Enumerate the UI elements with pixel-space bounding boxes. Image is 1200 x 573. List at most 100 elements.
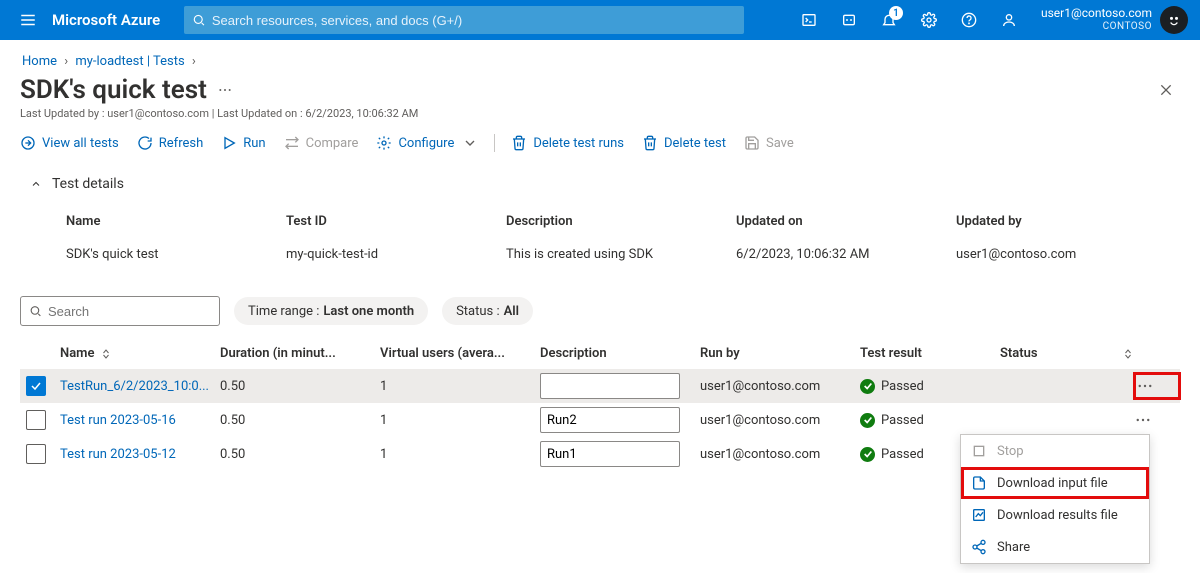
search-icon bbox=[29, 304, 42, 318]
run-by: user1@contoso.com bbox=[700, 413, 860, 428]
col-duration[interactable]: Duration (in minut... bbox=[220, 346, 380, 361]
stop-icon bbox=[971, 443, 987, 459]
check-icon bbox=[860, 379, 875, 394]
chevron-down-icon bbox=[462, 135, 478, 151]
search-icon bbox=[192, 13, 206, 27]
ctx-download-results[interactable]: Download results file bbox=[961, 499, 1149, 531]
run-vusers: 1 bbox=[380, 447, 540, 462]
configure-button[interactable]: Configure bbox=[376, 135, 478, 151]
th-name: Name bbox=[66, 206, 286, 243]
sort-icon bbox=[1122, 348, 1134, 360]
th-updated-on: Updated on bbox=[736, 206, 956, 243]
table-row[interactable]: TestRun_6/2/2023_10:0... 0.50 1 user1@co… bbox=[20, 369, 1180, 403]
col-name[interactable]: Name bbox=[60, 346, 220, 361]
title-more-icon[interactable] bbox=[217, 82, 233, 98]
breadcrumb-separator: › bbox=[192, 54, 196, 69]
row-more-button[interactable] bbox=[1134, 373, 1180, 399]
notifications-icon[interactable]: 1 bbox=[869, 0, 909, 40]
td-updated-on: 6/2/2023, 10:06:32 AM bbox=[736, 243, 956, 280]
cloud-shell-icon[interactable] bbox=[789, 0, 829, 40]
run-vusers: 1 bbox=[380, 379, 540, 394]
menu-icon[interactable] bbox=[8, 0, 48, 40]
run-result: Passed bbox=[860, 413, 1000, 428]
runs-search[interactable] bbox=[20, 296, 220, 326]
delete-test-runs-button[interactable]: Delete test runs bbox=[511, 135, 624, 151]
notification-badge: 1 bbox=[889, 6, 903, 20]
avatar bbox=[1160, 6, 1188, 34]
sort-icon bbox=[100, 348, 112, 360]
run-vusers: 1 bbox=[380, 413, 540, 428]
run-button[interactable]: Run bbox=[221, 135, 265, 151]
status-filter-label: Status : bbox=[456, 304, 500, 319]
row-checkbox[interactable] bbox=[26, 444, 46, 464]
ctx-stop: Stop bbox=[961, 435, 1149, 467]
breadcrumb: Home › my-loadtest | Tests › bbox=[20, 50, 1180, 75]
run-description-input[interactable] bbox=[540, 407, 680, 433]
view-all-tests-label: View all tests bbox=[42, 136, 119, 151]
file-icon bbox=[971, 475, 987, 491]
row-checkbox[interactable] bbox=[26, 410, 46, 430]
status-filter-value: All bbox=[504, 304, 519, 319]
run-duration: 0.50 bbox=[220, 413, 380, 428]
check-icon bbox=[860, 447, 875, 462]
run-duration: 0.50 bbox=[220, 447, 380, 462]
col-description[interactable]: Description bbox=[540, 346, 700, 361]
time-range-label: Time range : bbox=[248, 304, 319, 319]
col-result[interactable]: Test result bbox=[860, 346, 1000, 361]
th-updated-by: Updated by bbox=[956, 206, 1170, 243]
chart-file-icon bbox=[971, 507, 987, 523]
ctx-download-input[interactable]: Download input file bbox=[961, 467, 1149, 499]
global-search[interactable] bbox=[184, 6, 744, 34]
td-name: SDK's quick test bbox=[66, 243, 286, 280]
run-duration: 0.50 bbox=[220, 379, 380, 394]
run-by: user1@contoso.com bbox=[700, 379, 860, 394]
azure-top-bar: Microsoft Azure 1 user1@contoso.com CONT… bbox=[0, 0, 1200, 40]
time-range-filter[interactable]: Time range : Last one month bbox=[234, 297, 428, 325]
td-test-id: my-quick-test-id bbox=[286, 243, 506, 280]
save-button: Save bbox=[744, 135, 794, 151]
brand-label[interactable]: Microsoft Azure bbox=[48, 11, 168, 29]
chevron-up-icon bbox=[30, 178, 42, 190]
close-blade-button[interactable] bbox=[1152, 76, 1180, 104]
ctx-share[interactable]: Share bbox=[961, 531, 1149, 563]
run-description-input[interactable] bbox=[540, 373, 680, 399]
delete-test-label: Delete test bbox=[664, 136, 726, 151]
delete-test-button[interactable]: Delete test bbox=[642, 135, 726, 151]
command-separator bbox=[494, 134, 495, 152]
run-name-link[interactable]: Test run 2023-05-12 bbox=[60, 447, 220, 462]
filter-bar: Time range : Last one month Status : All bbox=[20, 296, 1180, 326]
status-filter[interactable]: Status : All bbox=[442, 297, 533, 325]
breadcrumb-resource[interactable]: my-loadtest | Tests bbox=[75, 54, 184, 69]
col-status[interactable]: Status bbox=[1000, 346, 1134, 361]
time-range-value: Last one month bbox=[323, 304, 414, 319]
row-checkbox[interactable] bbox=[26, 376, 46, 396]
page-subtitle: Last Updated by : user1@contoso.com | La… bbox=[20, 107, 1180, 120]
col-vusers[interactable]: Virtual users (avera... bbox=[380, 346, 540, 361]
col-runby[interactable]: Run by bbox=[700, 346, 860, 361]
help-icon[interactable] bbox=[949, 0, 989, 40]
runs-search-input[interactable] bbox=[42, 303, 211, 320]
view-all-tests-button[interactable]: View all tests bbox=[20, 135, 119, 151]
copilot-icon[interactable] bbox=[829, 0, 869, 40]
run-name-link[interactable]: Test run 2023-05-16 bbox=[60, 413, 220, 428]
td-description: This is created using SDK bbox=[506, 243, 736, 280]
row-more-button[interactable] bbox=[1134, 411, 1180, 429]
feedback-icon[interactable] bbox=[989, 0, 1029, 40]
table-row[interactable]: Test run 2023-05-16 0.50 1 user1@contoso… bbox=[20, 403, 1180, 437]
settings-icon[interactable] bbox=[909, 0, 949, 40]
run-name-link[interactable]: TestRun_6/2/2023_10:0... bbox=[60, 379, 220, 394]
user-account[interactable]: user1@contoso.com CONTOSO bbox=[1029, 0, 1192, 40]
th-description: Description bbox=[506, 206, 736, 243]
global-search-input[interactable] bbox=[206, 12, 736, 29]
row-context-menu: Stop Download input file Download result… bbox=[960, 434, 1150, 564]
th-test-id: Test ID bbox=[286, 206, 506, 243]
page-title: SDK's quick test bbox=[20, 75, 207, 105]
run-result: Passed bbox=[860, 379, 1000, 394]
test-details-toggle[interactable]: Test details bbox=[20, 162, 1180, 200]
run-description-input[interactable] bbox=[540, 441, 680, 467]
refresh-button[interactable]: Refresh bbox=[137, 135, 203, 151]
compare-button: Compare bbox=[284, 135, 359, 151]
delete-test-runs-label: Delete test runs bbox=[533, 136, 624, 151]
user-email: user1@contoso.com bbox=[1041, 6, 1152, 20]
breadcrumb-home[interactable]: Home bbox=[22, 54, 57, 69]
